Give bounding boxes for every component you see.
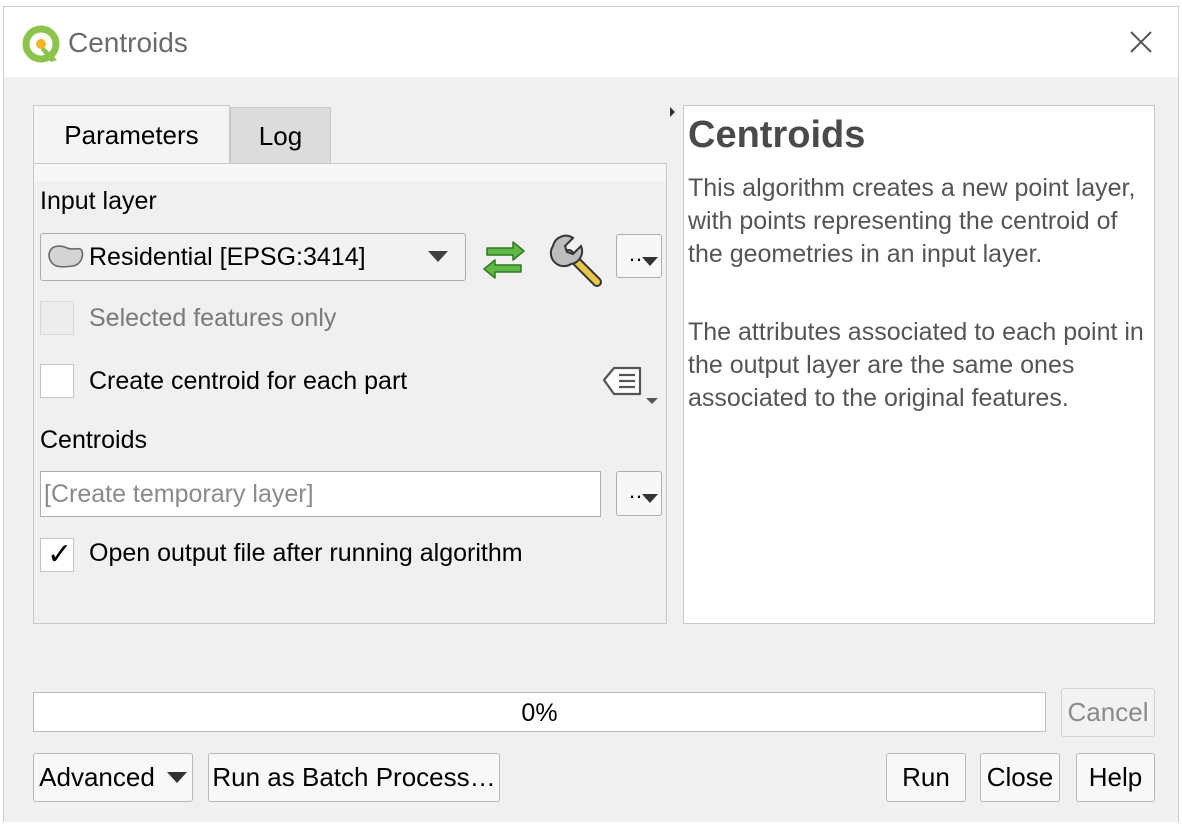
progress-text: 0% <box>521 699 558 727</box>
centroid-each-part-checkbox[interactable] <box>40 364 74 398</box>
help-paragraph-1: This algorithm creates a new point layer… <box>688 174 1136 268</box>
progress-bar: 0% <box>33 692 1046 732</box>
advanced-label: Advanced <box>39 762 155 792</box>
output-browse-button[interactable]: … <box>616 471 662 516</box>
output-centroids-label: Centroids <box>40 426 147 454</box>
cancel-label: Cancel <box>1067 697 1149 727</box>
splitter-arrow-icon[interactable] <box>670 107 675 117</box>
run-button[interactable]: Run <box>886 753 966 802</box>
parameters-panel: Input layer Residential [EPSG:3414] … Se… <box>33 163 667 624</box>
chevron-down-icon <box>642 257 658 266</box>
help-button[interactable]: Help <box>1076 753 1155 802</box>
open-output-checkbox[interactable]: ✓ <box>40 538 74 572</box>
title-bar: Centroids <box>4 7 1178 77</box>
chevron-down-icon <box>642 494 658 503</box>
wrench-icon[interactable] <box>547 232 605 290</box>
close-label: Close <box>986 762 1054 792</box>
input-layer-combobox[interactable]: Residential [EPSG:3414] <box>40 233 466 281</box>
qgis-logo-icon <box>22 25 60 63</box>
output-layer-input[interactable]: [Create temporary layer] <box>40 471 601 517</box>
selected-features-checkbox[interactable] <box>40 301 74 335</box>
help-paragraph-2: The attributes associated to each point … <box>688 318 1144 412</box>
tab-log-label: Log <box>258 120 303 151</box>
input-layer-browse-button[interactable]: … <box>616 234 662 278</box>
background-strip <box>0 822 1182 830</box>
cancel-button[interactable]: Cancel <box>1061 688 1155 737</box>
tab-log[interactable]: Log <box>230 107 331 164</box>
close-icon[interactable] <box>1126 27 1156 57</box>
input-layer-value: Residential [EPSG:3414] <box>89 243 366 271</box>
open-output-label: Open output file after running algorithm <box>89 539 523 567</box>
chevron-down-icon <box>428 251 448 262</box>
help-panel: Centroids This algorithm creates a new p… <box>683 105 1155 624</box>
tab-parameters[interactable]: Parameters <box>33 105 230 165</box>
help-label: Help <box>1088 762 1143 792</box>
close-button[interactable]: Close <box>980 753 1060 802</box>
window-title: Centroids <box>68 27 188 58</box>
panel-top-strip <box>34 164 666 181</box>
input-layer-label: Input layer <box>40 187 157 215</box>
centroid-each-part-label: Create centroid for each part <box>89 367 408 395</box>
run-batch-button[interactable]: Run as Batch Process… <box>208 753 500 802</box>
run-label: Run <box>902 762 950 792</box>
help-title: Centroids <box>688 114 866 156</box>
selected-features-label: Selected features only <box>89 304 337 332</box>
centroids-dialog: Centroids Parameters Log Input layer Res… <box>3 6 1179 828</box>
polygon-layer-icon <box>48 245 84 268</box>
chevron-down-icon <box>166 772 187 783</box>
tab-parameters-label: Parameters <box>64 120 199 150</box>
advanced-button[interactable]: Advanced <box>33 753 193 802</box>
output-layer-placeholder: [Create temporary layer] <box>44 480 314 508</box>
checkmark-icon: ✓ <box>47 538 73 571</box>
run-batch-label: Run as Batch Process… <box>212 762 496 792</box>
iterate-icon[interactable] <box>477 238 531 282</box>
data-defined-override-icon[interactable] <box>600 360 664 410</box>
